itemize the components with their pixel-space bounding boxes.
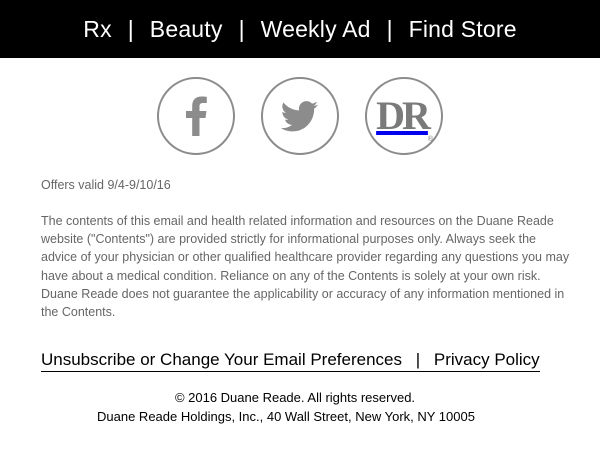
twitter-icon [281, 100, 318, 131]
nav-separator: | [386, 15, 393, 42]
social-icons-row: DR ® [0, 74, 600, 158]
offers-valid-text: Offers valid 9/4-9/10/16 [41, 178, 171, 192]
registered-mark: ® [427, 136, 433, 143]
unsubscribe-link[interactable]: Unsubscribe or Change Your Email Prefere… [41, 350, 402, 369]
links-separator: | [415, 350, 421, 369]
privacy-policy-link[interactable]: Privacy Policy [434, 350, 540, 369]
copyright-text: © 2016 Duane Reade. All rights reserved. [174, 390, 416, 405]
company-address: Duane Reade Holdings, Inc., 40 Wall Stre… [97, 409, 475, 424]
disclaimer-text: The contents of this email and health re… [41, 214, 570, 320]
top-nav-bar: Rx | Beauty | Weekly Ad | Find Store [0, 0, 600, 58]
facebook-link[interactable] [157, 77, 235, 155]
duane-reade-logo-link[interactable]: DR ® [365, 77, 443, 155]
nav-link-rx[interactable]: Rx [83, 17, 112, 41]
nav-link-weekly-ad[interactable]: Weekly Ad [261, 17, 371, 41]
twitter-link[interactable] [261, 77, 339, 155]
nav-link-beauty[interactable]: Beauty [150, 17, 223, 41]
duane-reade-logo: DR [376, 93, 431, 138]
nav-separator: | [238, 15, 245, 42]
footer-links: Unsubscribe or Change Your Email Prefere… [41, 350, 540, 373]
facebook-icon [186, 96, 207, 136]
nav-separator: | [127, 15, 134, 42]
nav-link-find-store[interactable]: Find Store [409, 17, 517, 41]
